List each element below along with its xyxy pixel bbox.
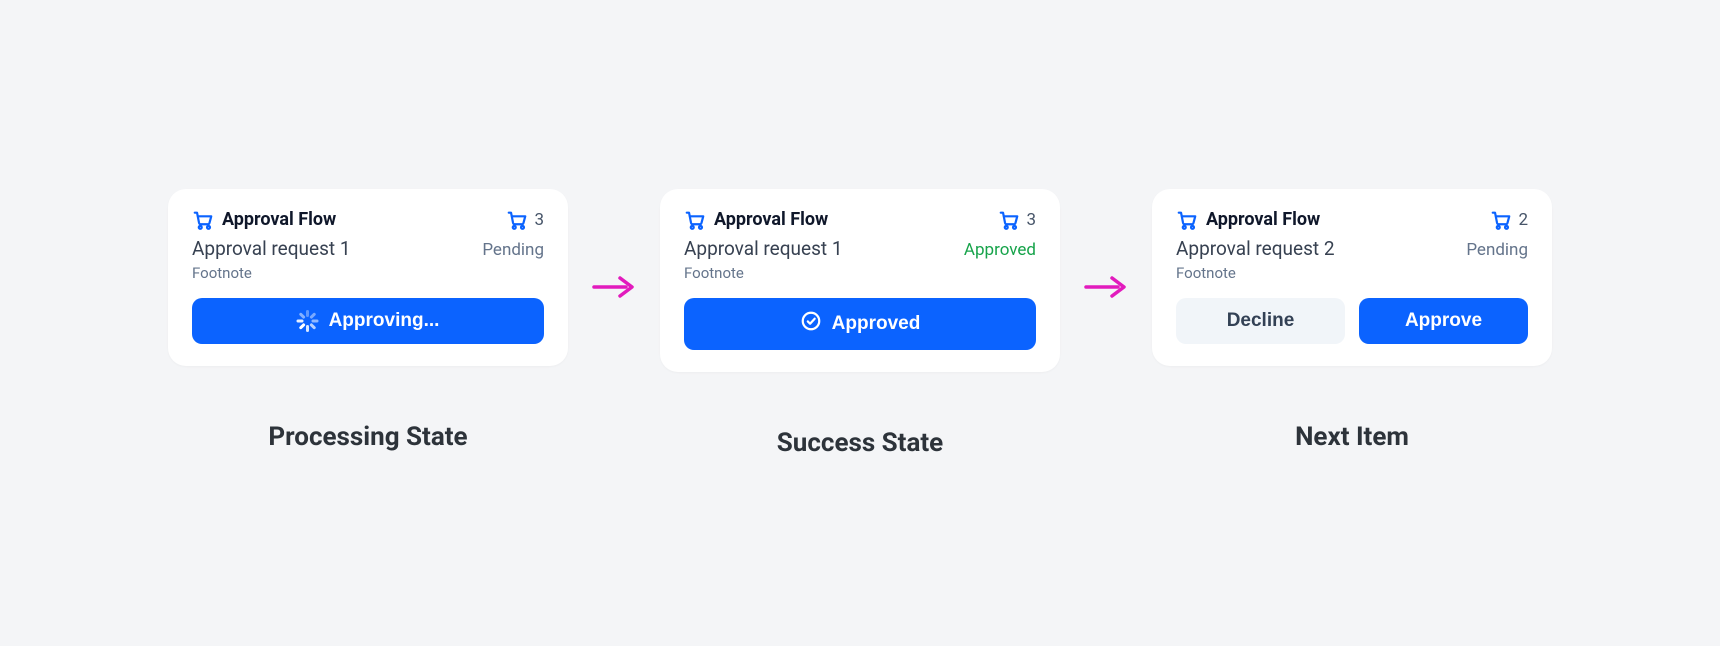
status-badge: Approved — [964, 240, 1036, 260]
button-label: Approved — [832, 313, 921, 335]
footnote: Footnote — [1176, 264, 1528, 282]
card-brand: Approval Flow — [1176, 209, 1320, 231]
state-caption: Success State — [777, 428, 943, 458]
state-next-item: Approval Flow 2 Approval request 2 Pendi… — [1152, 189, 1552, 452]
state-caption: Processing State — [268, 422, 467, 452]
cart-counter: 2 — [1490, 209, 1528, 231]
state-caption: Next Item — [1295, 422, 1409, 452]
state-success: Approval Flow 3 Approval request 1 Appro… — [660, 189, 1060, 458]
button-label: Approving... — [329, 310, 440, 332]
approving-button[interactable]: Approving... — [192, 298, 544, 344]
button-label: Decline — [1227, 310, 1295, 332]
card-title: Approval Flow — [714, 209, 828, 230]
arrow-right-icon — [592, 273, 636, 305]
request-name: Approval request 2 — [1176, 237, 1335, 260]
cart-count: 2 — [1518, 210, 1528, 230]
cart-counter: 3 — [998, 209, 1036, 231]
arrow-right-icon — [1084, 273, 1128, 305]
button-label: Approve — [1405, 310, 1482, 332]
spinner-icon — [297, 310, 319, 332]
footnote: Footnote — [192, 264, 544, 282]
cart-icon — [684, 209, 706, 231]
state-processing: Approval Flow 3 Approval request 1 Pendi… — [168, 189, 568, 452]
card-brand: Approval Flow — [684, 209, 828, 231]
cart-icon — [192, 209, 214, 231]
request-name: Approval request 1 — [192, 237, 351, 260]
card-title: Approval Flow — [1206, 209, 1320, 230]
decline-button[interactable]: Decline — [1176, 298, 1345, 344]
card-title: Approval Flow — [222, 209, 336, 230]
status-badge: Pending — [482, 240, 544, 260]
card-brand: Approval Flow — [192, 209, 336, 231]
approval-card: Approval Flow 2 Approval request 2 Pendi… — [1152, 189, 1552, 366]
check-circle-icon — [800, 310, 822, 338]
approval-card: Approval Flow 3 Approval request 1 Pendi… — [168, 189, 568, 366]
cart-icon — [998, 209, 1020, 231]
cart-icon — [1490, 209, 1512, 231]
cart-count: 3 — [1026, 210, 1036, 230]
approval-card: Approval Flow 3 Approval request 1 Appro… — [660, 189, 1060, 372]
request-name: Approval request 1 — [684, 237, 843, 260]
cart-count: 3 — [534, 210, 544, 230]
cart-icon — [506, 209, 528, 231]
flow-diagram: Approval Flow 3 Approval request 1 Pendi… — [168, 189, 1552, 458]
cart-icon — [1176, 209, 1198, 231]
cart-counter: 3 — [506, 209, 544, 231]
status-badge: Pending — [1466, 240, 1528, 260]
footnote: Footnote — [684, 264, 1036, 282]
approved-button[interactable]: Approved — [684, 298, 1036, 350]
approve-button[interactable]: Approve — [1359, 298, 1528, 344]
